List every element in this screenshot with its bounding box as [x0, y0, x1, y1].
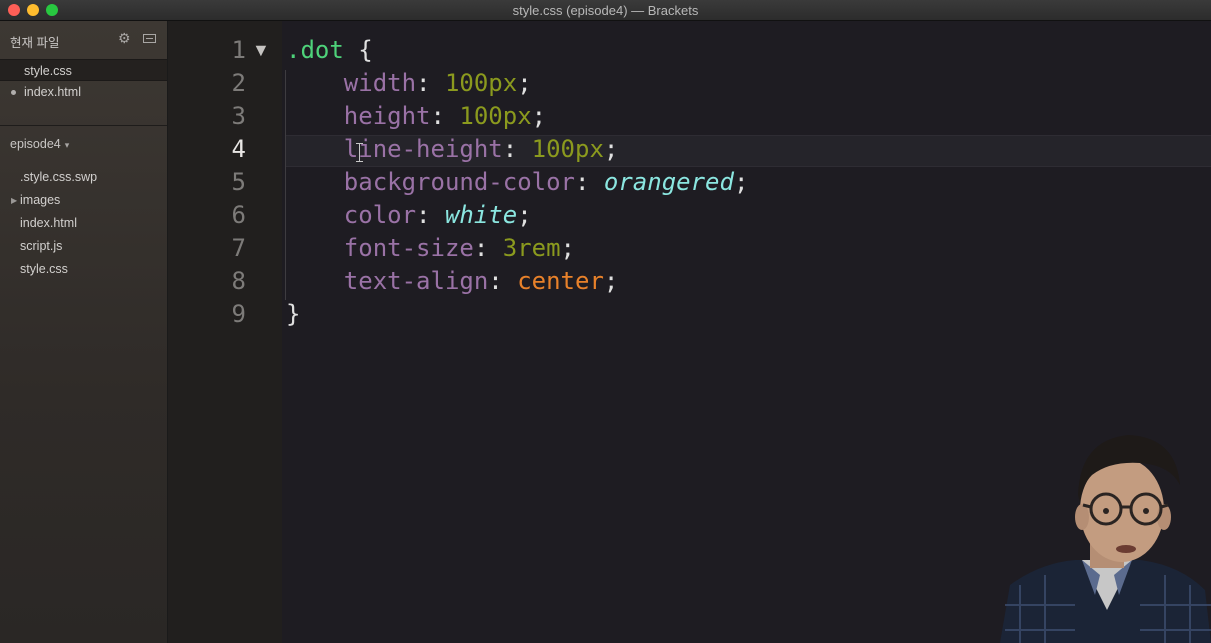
- code-token: .dot: [286, 36, 344, 64]
- tree-item-style-css[interactable]: style.css: [20, 262, 68, 276]
- code-line[interactable]: line-height: 100px;: [286, 135, 619, 163]
- code-line[interactable]: }: [286, 300, 300, 328]
- window-title: style.css (episode4) — Brackets: [512, 3, 699, 18]
- sidebar: 현재 파일 ⚙ style.css index.html episode4 ▾ .…: [0, 21, 168, 643]
- code-token: line-height: [286, 135, 503, 163]
- code-line[interactable]: background-color: orangered;: [286, 168, 749, 196]
- working-file-style-css[interactable]: style.css: [0, 59, 167, 81]
- code-token: font-size: [286, 234, 474, 262]
- line-number: 2: [231, 69, 246, 97]
- code-line[interactable]: text-align: center;: [286, 267, 619, 295]
- code-token: :: [574, 168, 604, 196]
- code-token: orangered: [603, 168, 734, 196]
- tree-item-style-css-swp[interactable]: .style.css.swp: [20, 170, 97, 184]
- line-number: 6: [231, 201, 246, 229]
- tree-item-script-js[interactable]: script.js: [20, 239, 62, 253]
- gear-icon[interactable]: ⚙: [118, 30, 131, 47]
- project-name: episode4: [10, 137, 61, 151]
- code-token: ;: [733, 168, 749, 196]
- project-dropdown[interactable]: episode4 ▾: [10, 137, 69, 151]
- code-token: height: [286, 102, 431, 130]
- code-token: 100px: [531, 135, 604, 163]
- code-token: ;: [517, 201, 532, 229]
- chevron-down-icon: ▾: [64, 140, 70, 150]
- code-token: :: [416, 69, 445, 97]
- presenter-video: [1000, 425, 1211, 643]
- title-bar: style.css (episode4) — Brackets: [0, 0, 1211, 21]
- line-number: 8: [231, 267, 246, 295]
- line-number: 5: [231, 168, 246, 196]
- code-token: 100px: [444, 69, 518, 97]
- code-line[interactable]: height: 100px;: [286, 102, 546, 130]
- code-line[interactable]: width: 100px;: [286, 69, 532, 97]
- code-token: ;: [603, 135, 619, 163]
- code-token: :: [502, 135, 532, 163]
- line-number: 4: [231, 135, 246, 163]
- code-token: ;: [517, 69, 532, 97]
- text-cursor-icon: [355, 143, 364, 162]
- working-file-index-html[interactable]: index.html: [0, 81, 167, 103]
- working-file-label: style.css: [24, 64, 72, 78]
- working-files-header: 현재 파일: [10, 36, 60, 50]
- code-token: :: [416, 201, 445, 229]
- folder-expand-icon[interactable]: ▶: [11, 196, 17, 205]
- code-token: :: [488, 267, 518, 295]
- unsaved-dot-icon: [11, 90, 16, 95]
- line-number: 1: [231, 36, 246, 64]
- code-token: white: [444, 201, 518, 229]
- code-token: center: [517, 267, 604, 295]
- code-token: background-color: [286, 168, 575, 196]
- code-token: text-align: [286, 267, 489, 295]
- code-token: :: [430, 102, 460, 130]
- code-line[interactable]: font-size: 3rem;: [286, 234, 575, 262]
- split-view-icon[interactable]: [143, 34, 156, 43]
- code-token: 100px: [459, 102, 532, 130]
- code-token: }: [286, 300, 301, 328]
- code-token: {: [343, 36, 373, 64]
- code-token: width: [286, 69, 417, 97]
- tree-item-images[interactable]: images: [20, 193, 60, 207]
- code-token: ;: [603, 267, 619, 295]
- fold-arrow-icon[interactable]: ▼: [252, 40, 270, 61]
- line-number: 9: [231, 300, 246, 328]
- code-token: :: [473, 234, 503, 262]
- code-token: ;: [560, 234, 575, 262]
- line-number: 3: [231, 102, 246, 130]
- tree-item-index-html[interactable]: index.html: [20, 216, 77, 230]
- line-number: 7: [231, 234, 246, 262]
- code-token: color: [286, 201, 417, 229]
- sidebar-divider: [0, 125, 167, 126]
- code-line[interactable]: color: white;: [286, 201, 532, 229]
- code-token: 3rem: [502, 234, 561, 262]
- working-file-label: index.html: [24, 85, 81, 99]
- code-line[interactable]: .dot {: [286, 36, 373, 64]
- code-token: ;: [531, 102, 547, 130]
